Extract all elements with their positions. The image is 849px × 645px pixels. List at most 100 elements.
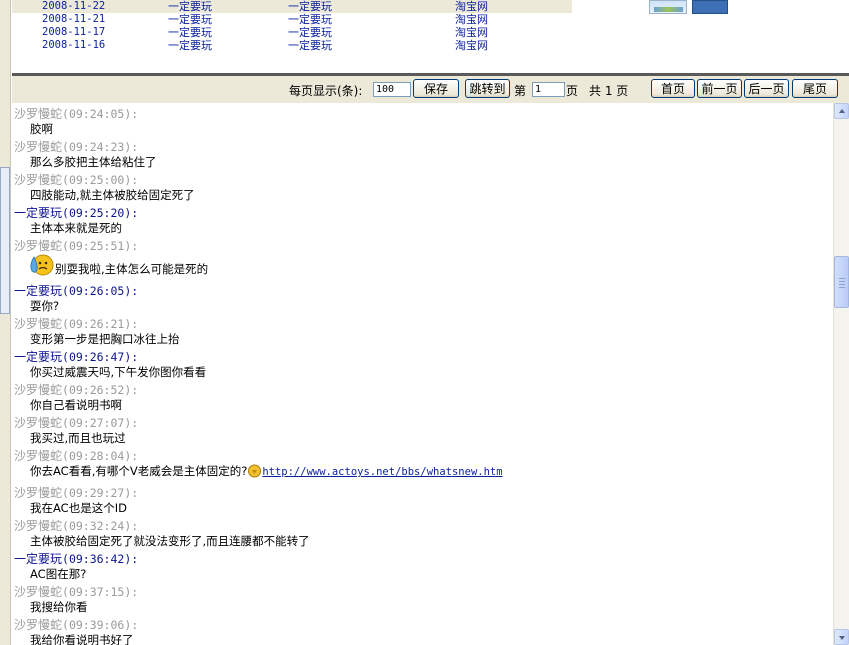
message-time: (09:26:47): xyxy=(62,350,139,364)
message-header: 沙罗慢蛇(09:29:27): xyxy=(14,484,138,501)
actoys-link[interactable]: http://www.actoys.net/bbs/whatsnew.htm xyxy=(262,466,502,478)
row-source: 淘宝网 xyxy=(455,0,488,13)
sweat-face-icon xyxy=(30,254,54,276)
row-date: 2008-11-16 xyxy=(42,39,106,51)
chat-scrollbar[interactable] xyxy=(833,103,849,645)
message-time: (09:26:21): xyxy=(62,317,139,331)
table-row[interactable]: 2008-11-16 一定要玩 一定要玩 淘宝网 xyxy=(12,39,572,52)
message-time: (09:29:27): xyxy=(62,486,139,500)
message-text: 耍你? xyxy=(30,299,60,313)
blue-thumbnail[interactable] xyxy=(692,0,728,14)
message-time: (09:37:15): xyxy=(62,585,139,599)
message-header: 一定要玩(09:36:42): xyxy=(14,550,138,567)
message-text: 胶啊 xyxy=(30,122,53,136)
scroll-thumb[interactable] xyxy=(834,256,849,308)
message-time: (09:25:20): xyxy=(62,206,139,220)
table-row[interactable]: 2008-11-17 一定要玩 一定要玩 淘宝网 xyxy=(12,26,572,39)
message-text: 四肢能动,就主体被胶给固定死了 xyxy=(30,188,195,202)
row-sender: 一定要玩 xyxy=(168,0,212,13)
sender-name: 沙罗慢蛇 xyxy=(14,383,63,397)
message-time: (09:32:24): xyxy=(62,519,139,533)
table-row[interactable]: 2008-11-21 一定要玩 一定要玩 淘宝网 xyxy=(12,13,572,26)
message-header: 一定要玩(09:26:05): xyxy=(14,282,138,299)
sender-name: 沙罗慢蛇 xyxy=(14,618,63,632)
message-header: 沙罗慢蛇(09:27:07): xyxy=(14,414,138,431)
page-prefix-label: 第 xyxy=(514,84,527,98)
sender-name: 沙罗慢蛇 xyxy=(14,519,63,533)
row-receiver: 一定要玩 xyxy=(288,0,332,13)
message-text: 你去AC看看,有哪个V老威会是主体固定的? xyxy=(30,464,248,478)
row-sender: 一定要玩 xyxy=(168,26,212,39)
message-text: 我搜给你看 xyxy=(30,600,88,614)
grip-line xyxy=(839,287,845,288)
message-body: 别耍我啦,主体怎么可能是死的 xyxy=(28,253,208,277)
message-text: 变形第一步是把胸口冰往上抬 xyxy=(30,332,180,346)
message-header: 沙罗慢蛇(09:25:51): xyxy=(14,237,138,254)
sender-name: 一定要玩 xyxy=(14,552,63,566)
per-page-input[interactable] xyxy=(373,82,411,97)
message-time: (09:28:04): xyxy=(62,449,139,463)
total-pages-label: 共 1 页 xyxy=(589,84,629,98)
page-suffix-label: 页 xyxy=(566,84,579,98)
sender-name: 沙罗慢蛇 xyxy=(14,486,63,500)
message-time: (09:27:07): xyxy=(62,416,139,430)
message-header: 沙罗慢蛇(09:39:06): xyxy=(14,616,138,633)
table-row[interactable]: 2008-11-22 一定要玩 一定要玩 淘宝网 xyxy=(12,0,572,13)
grip-line xyxy=(839,284,845,285)
results-frame: 2008-11-22 一定要玩 一定要玩 淘宝网 2008-11-21 一定要玩… xyxy=(0,0,849,74)
chat-log: 沙罗慢蛇(09:24:05): 胶啊 沙罗慢蛇(09:24:23): 那么多胶把… xyxy=(12,103,833,645)
scroll-up-button[interactable] xyxy=(834,103,849,119)
message-header: 沙罗慢蛇(09:26:52): xyxy=(14,381,138,398)
row-date: 2008-11-17 xyxy=(42,26,106,38)
results-list: 2008-11-22 一定要玩 一定要玩 淘宝网 2008-11-21 一定要玩… xyxy=(12,0,572,52)
message-time: (09:25:00): xyxy=(62,173,139,187)
first-page-button[interactable]: 首页 xyxy=(651,79,695,98)
sender-name: 沙罗慢蛇 xyxy=(14,107,63,121)
row-date: 2008-11-22 xyxy=(42,0,106,12)
message-header: 沙罗慢蛇(09:25:00): xyxy=(14,171,138,188)
goto-button[interactable]: 跳转到 xyxy=(465,79,510,98)
sender-name: 沙罗慢蛇 xyxy=(14,585,63,599)
row-sender: 一定要玩 xyxy=(168,13,212,26)
page-number-input[interactable] xyxy=(532,82,565,97)
last-page-button[interactable]: 尾页 xyxy=(792,79,838,98)
scroll-down-button[interactable] xyxy=(834,629,849,645)
row-source: 淘宝网 xyxy=(455,13,488,26)
sender-name: 沙罗慢蛇 xyxy=(14,173,63,187)
message-time: (09:24:05): xyxy=(62,107,139,121)
row-receiver: 一定要玩 xyxy=(288,13,332,26)
message-header: 一定要玩(09:26:47): xyxy=(14,348,138,365)
message-header: 沙罗慢蛇(09:24:23): xyxy=(14,138,138,155)
message-text: 主体本来就是死的 xyxy=(30,221,122,235)
prev-page-button[interactable]: 前一页 xyxy=(697,79,742,98)
next-page-button[interactable]: 后一页 xyxy=(744,79,789,98)
left-sidebar xyxy=(0,74,11,645)
message-text: 我买过,而且也玩过 xyxy=(30,431,126,445)
row-sender: 一定要玩 xyxy=(168,39,212,52)
message-text: 别耍我啦,主体怎么可能是死的 xyxy=(55,262,209,276)
message-time: (09:36:42): xyxy=(62,552,139,566)
message-header: 沙罗慢蛇(09:24:05): xyxy=(14,105,138,122)
save-button[interactable]: 保存 xyxy=(413,79,459,98)
message-text: 那么多胶把主体给粘住了 xyxy=(30,155,157,169)
message-header: 一定要玩(09:25:20): xyxy=(14,204,138,221)
message-header: 沙罗慢蛇(09:37:15): xyxy=(14,583,138,600)
sender-name: 沙罗慢蛇 xyxy=(14,416,63,430)
message-text: 你买过威震天吗,下午发你图你看看 xyxy=(30,365,207,379)
row-source: 淘宝网 xyxy=(455,26,488,39)
message-text: 我给你看说明书好了 xyxy=(30,633,134,645)
row-receiver: 一定要玩 xyxy=(288,26,332,39)
message-text: 我在AC也是这个ID xyxy=(30,501,127,515)
sender-name: 沙罗慢蛇 xyxy=(14,449,63,463)
message-text: AC图在那? xyxy=(30,567,87,581)
message-time: (09:24:23): xyxy=(62,140,139,154)
pager-bar: 每页显示(条): 保存 跳转到 第 页 共 1 页 首页 前一页 后一页 尾页 xyxy=(12,76,849,103)
row-receiver: 一定要玩 xyxy=(288,39,332,52)
message-time: (09:26:52): xyxy=(62,383,139,397)
message-time: (09:25:51): xyxy=(62,239,139,253)
message-body: 你去AC看看,有哪个V老威会是主体固定的? http://www.actoys.n… xyxy=(30,463,503,479)
message-text: 你自己看说明书啊 xyxy=(30,398,122,412)
landscape-thumbnail[interactable] xyxy=(649,0,687,14)
sidebar-highlight xyxy=(0,167,10,314)
message-header: 沙罗慢蛇(09:28:04): xyxy=(14,447,138,464)
